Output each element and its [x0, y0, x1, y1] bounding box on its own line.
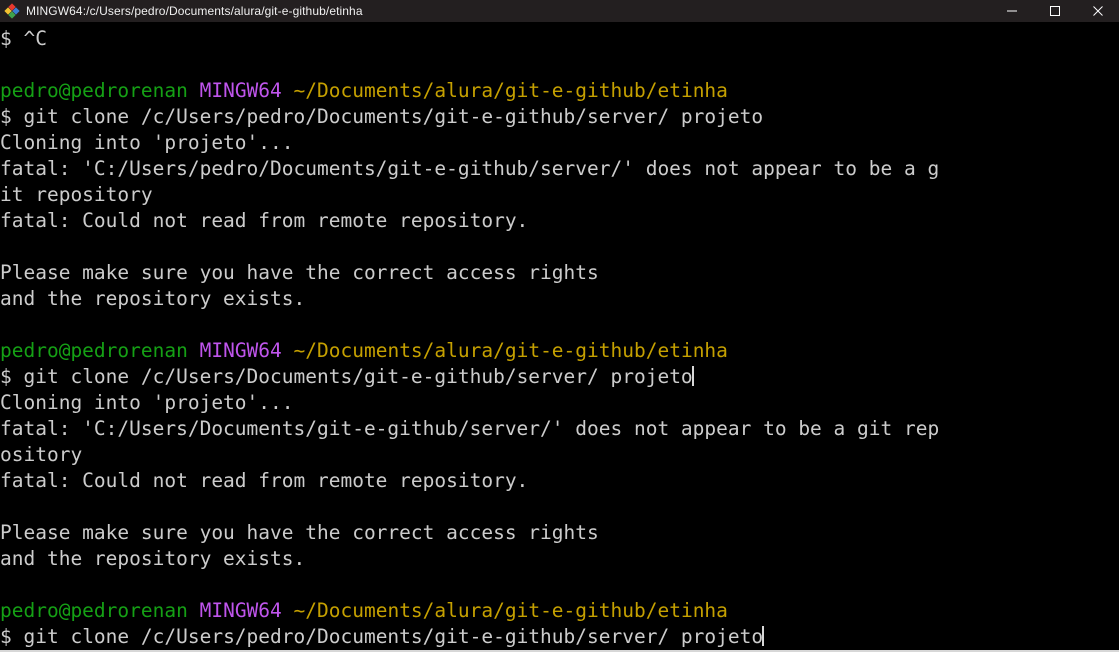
output-text: and the repository exists.: [0, 287, 306, 310]
command-text[interactable]: git clone /c/Users/pedro/Documents/git-e…: [12, 625, 763, 648]
terminal-output-line: fatal: Could not read from remote reposi…: [0, 468, 1119, 494]
terminal-output-line: and the repository exists.: [0, 546, 1119, 572]
prompt-user-host: pedro@pedrorenan: [0, 79, 188, 102]
terminal-output-line: fatal: Could not read from remote reposi…: [0, 208, 1119, 234]
output-text: Please make sure you have the correct ac…: [0, 261, 599, 284]
mingw-diamond-icon: [4, 3, 20, 19]
prompt-symbol: $: [0, 365, 12, 388]
output-text: Cloning into 'projeto'...: [0, 131, 294, 154]
terminal-command-line: $ git clone /c/Users/pedro/Documents/git…: [0, 624, 1119, 650]
prompt-symbol: $: [0, 105, 12, 128]
terminal-prompt-line: pedro@pedrorenan MINGW64 ~/Documents/alu…: [0, 598, 1119, 624]
text-cursor: [691, 366, 694, 386]
output-text: it repository: [0, 183, 153, 206]
minimize-button[interactable]: [990, 0, 1033, 22]
output-text: fatal: Could not read from remote reposi…: [0, 209, 529, 232]
command-text[interactable]: git clone /c/Users/Documents/git-e-githu…: [12, 365, 692, 388]
window-controls: [990, 0, 1119, 22]
prompt-shell-name: MINGW64: [199, 339, 282, 362]
prompt-user-host: pedro@pedrorenan: [0, 599, 188, 622]
output-text: fatal: Could not read from remote reposi…: [0, 469, 529, 492]
terminal-command-line: $ ^C: [0, 26, 1119, 52]
prompt-shell-name: MINGW64: [199, 79, 282, 102]
terminal-output-area[interactable]: $ ^C pedro@pedrorenan MINGW64 ~/Document…: [0, 22, 1119, 652]
terminal-output-line: Cloning into 'projeto'...: [0, 390, 1119, 416]
output-text: Please make sure you have the correct ac…: [0, 521, 599, 544]
command-text[interactable]: git clone /c/Users/pedro/Documents/git-e…: [12, 105, 763, 128]
terminal-output-line: fatal: 'C:/Users/pedro/Documents/git-e-g…: [0, 156, 1119, 182]
prompt-working-directory: ~/Documents/alura/git-e-github/etinha: [293, 339, 728, 362]
git-bash-window: MINGW64:/c/Users/pedro/Documents/alura/g…: [0, 0, 1119, 652]
terminal-prompt-line: pedro@pedrorenan MINGW64 ~/Documents/alu…: [0, 78, 1119, 104]
output-text: ository: [0, 443, 83, 466]
terminal-output-line: and the repository exists.: [0, 286, 1119, 312]
output-text: and the repository exists.: [0, 547, 306, 570]
title-bar[interactable]: MINGW64:/c/Users/pedro/Documents/alura/g…: [0, 0, 1119, 22]
prompt-working-directory: ~/Documents/alura/git-e-github/etinha: [293, 79, 728, 102]
terminal-command-line: $ git clone /c/Users/Documents/git-e-git…: [0, 364, 1119, 390]
output-text: fatal: 'C:/Users/pedro/Documents/git-e-g…: [0, 157, 940, 180]
maximize-button[interactable]: [1033, 0, 1076, 22]
terminal-output-line: Please make sure you have the correct ac…: [0, 520, 1119, 546]
output-text: Cloning into 'projeto'...: [0, 391, 294, 414]
prompt-shell-name: MINGW64: [199, 599, 282, 622]
prompt-working-directory: ~/Documents/alura/git-e-github/etinha: [293, 599, 728, 622]
terminal-command-line: $ git clone /c/Users/pedro/Documents/git…: [0, 104, 1119, 130]
terminal-output-line: Please make sure you have the correct ac…: [0, 260, 1119, 286]
close-button[interactable]: [1076, 0, 1119, 22]
window-title: MINGW64:/c/Users/pedro/Documents/alura/g…: [26, 4, 363, 18]
terminal-output-line: ository: [0, 442, 1119, 468]
prompt-symbol: $: [0, 625, 12, 648]
text-cursor: [762, 626, 765, 646]
terminal-output-line: fatal: 'C:/Users/Documents/git-e-github/…: [0, 416, 1119, 442]
terminal-prompt-line: pedro@pedrorenan MINGW64 ~/Documents/alu…: [0, 338, 1119, 364]
command-text[interactable]: ^C: [12, 27, 47, 50]
terminal-output-line: it repository: [0, 182, 1119, 208]
output-text: fatal: 'C:/Users/Documents/git-e-github/…: [0, 417, 940, 440]
prompt-symbol: $: [0, 27, 12, 50]
terminal-output-line: Cloning into 'projeto'...: [0, 130, 1119, 156]
prompt-user-host: pedro@pedrorenan: [0, 339, 188, 362]
terminal-lines: $ ^C pedro@pedrorenan MINGW64 ~/Document…: [0, 26, 1119, 650]
